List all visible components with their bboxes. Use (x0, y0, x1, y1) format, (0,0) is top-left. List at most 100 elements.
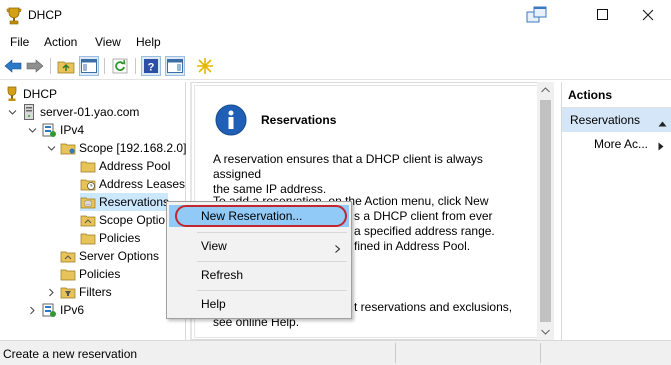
chevron-up-icon (541, 87, 550, 93)
help-book-icon: ? (144, 59, 158, 74)
scroll-down-button[interactable] (537, 324, 554, 340)
maximize-button[interactable] (580, 0, 626, 30)
menu-item-label: Help (201, 297, 226, 311)
tree-item-ipv6[interactable]: IPv6 (41, 301, 84, 319)
menu-help[interactable]: Help (136, 35, 161, 49)
toolbar-separator (135, 58, 136, 74)
scroll-up-button[interactable] (537, 82, 554, 98)
toolbar-separator (50, 58, 51, 74)
text-line: A reservation ensures that a DHCP client… (213, 152, 483, 181)
toolbar: ? (0, 52, 671, 80)
status-text: Create a new reservation (3, 347, 138, 361)
menu-item-view[interactable]: View (169, 235, 349, 257)
back-button[interactable] (3, 56, 23, 76)
show-hide-action-pane-button[interactable] (165, 56, 185, 76)
actions-section-reservations[interactable]: Reservations (562, 108, 671, 132)
actions-header: Actions (562, 82, 671, 108)
tree-label: Scope Optio (99, 213, 166, 227)
submenu-arrow-icon (658, 140, 664, 154)
status-divider (540, 343, 541, 363)
tree-label: Server Options (79, 249, 160, 263)
collapse-triangle-icon[interactable] (658, 116, 667, 130)
reservations-folder-icon (80, 194, 96, 210)
filter-icon (60, 284, 76, 300)
tree-label: Address Pool (99, 159, 171, 173)
tree-item-scope-options[interactable]: Scope Optio (80, 211, 165, 229)
collapse-chevron-icon[interactable] (28, 126, 37, 135)
menu-item-refresh[interactable]: Refresh (169, 264, 349, 286)
refresh-icon (112, 58, 128, 74)
tree-label: server-01.yao.com (40, 105, 140, 119)
menu-item-label: Refresh (201, 268, 244, 282)
expand-chevron-icon[interactable] (28, 306, 37, 315)
menu-action[interactable]: Action (44, 35, 77, 49)
ipv4-icon (41, 122, 57, 138)
folder-icon (80, 230, 96, 246)
tree-label: Policies (79, 267, 121, 281)
expand-chevron-icon[interactable] (47, 288, 56, 297)
content-scrollbar[interactable] (537, 82, 554, 340)
tree-item-address-leases[interactable]: Address Leases (80, 175, 185, 193)
tree-item-dhcp[interactable]: DHCP (4, 85, 57, 103)
dhcp-trophy-icon (4, 86, 20, 102)
menu-bar: File Action View Help (0, 32, 671, 52)
tree-label: DHCP (23, 87, 58, 101)
forward-button[interactable] (25, 56, 45, 76)
folder-icon (60, 266, 76, 282)
action-pane-icon (167, 59, 183, 73)
tree-item-policies[interactable]: Policies (60, 265, 120, 283)
tree-item-ipv4[interactable]: IPv4 (41, 121, 84, 139)
scroll-thumb[interactable] (540, 100, 551, 322)
tree-item-address-pool[interactable]: Address Pool (80, 157, 170, 175)
status-divider (395, 343, 396, 363)
menu-separator (197, 232, 347, 233)
window-title: DHCP (28, 8, 63, 22)
tree-label: Address Leases (99, 177, 186, 191)
new-item-button[interactable] (195, 56, 215, 76)
tree-label: Scope [192.168.2.0] (79, 141, 187, 155)
toolbar-separator (104, 58, 105, 74)
tree-item-filters[interactable]: Filters (60, 283, 112, 301)
tree-item-server[interactable]: server-01.yao.com (21, 103, 139, 121)
help-button[interactable]: ? (141, 56, 161, 76)
refresh-button[interactable] (110, 56, 130, 76)
dhcp-app-icon (6, 7, 22, 25)
tree-item-scope[interactable]: Scope [192.168.2.0] (60, 139, 186, 157)
up-one-level-button[interactable] (56, 56, 76, 76)
tree-label: IPv6 (60, 303, 85, 317)
back-arrow-icon (4, 59, 22, 73)
scope-folder-icon (60, 140, 76, 156)
content-heading: Reservations (261, 113, 337, 127)
show-hide-console-tree-button[interactable] (79, 56, 99, 76)
more-actions-link[interactable]: More Ac... (594, 137, 648, 151)
sparkle-icon (197, 58, 213, 74)
menu-view[interactable]: View (95, 35, 121, 49)
menu-item-new-reservation[interactable]: New Reservation... (169, 205, 349, 227)
maximize-icon (597, 9, 608, 20)
forward-arrow-icon (26, 59, 44, 73)
collapse-chevron-icon[interactable] (47, 144, 56, 153)
leases-clock-icon (80, 176, 96, 192)
close-icon (642, 9, 654, 21)
title-bar: DHCP (0, 0, 671, 32)
tree-item-scope-policies[interactable]: Policies (80, 229, 140, 247)
tree-item-reservations[interactable]: Reservations (80, 193, 169, 211)
tree-label: IPv4 (60, 123, 85, 137)
info-icon (215, 104, 247, 139)
menu-file[interactable]: File (10, 35, 29, 49)
collapse-chevron-icon[interactable] (8, 108, 17, 117)
restore-panel-button[interactable] (514, 0, 560, 30)
ipv6-icon (41, 302, 57, 318)
close-button[interactable] (625, 0, 671, 30)
status-bar: Create a new reservation (0, 340, 671, 365)
menu-item-label: New Reservation... (201, 209, 303, 223)
actions-section-label: Reservations (570, 113, 641, 127)
menu-item-help[interactable]: Help (169, 293, 349, 315)
folder-up-icon (57, 61, 75, 74)
console-tree-icon (81, 59, 97, 73)
options-folder-icon (80, 212, 96, 228)
actions-pane: Actions Reservations More Ac... (561, 82, 671, 340)
menu-separator (197, 290, 347, 291)
menu-separator (197, 261, 347, 262)
tree-item-server-options[interactable]: Server Options (60, 247, 159, 265)
